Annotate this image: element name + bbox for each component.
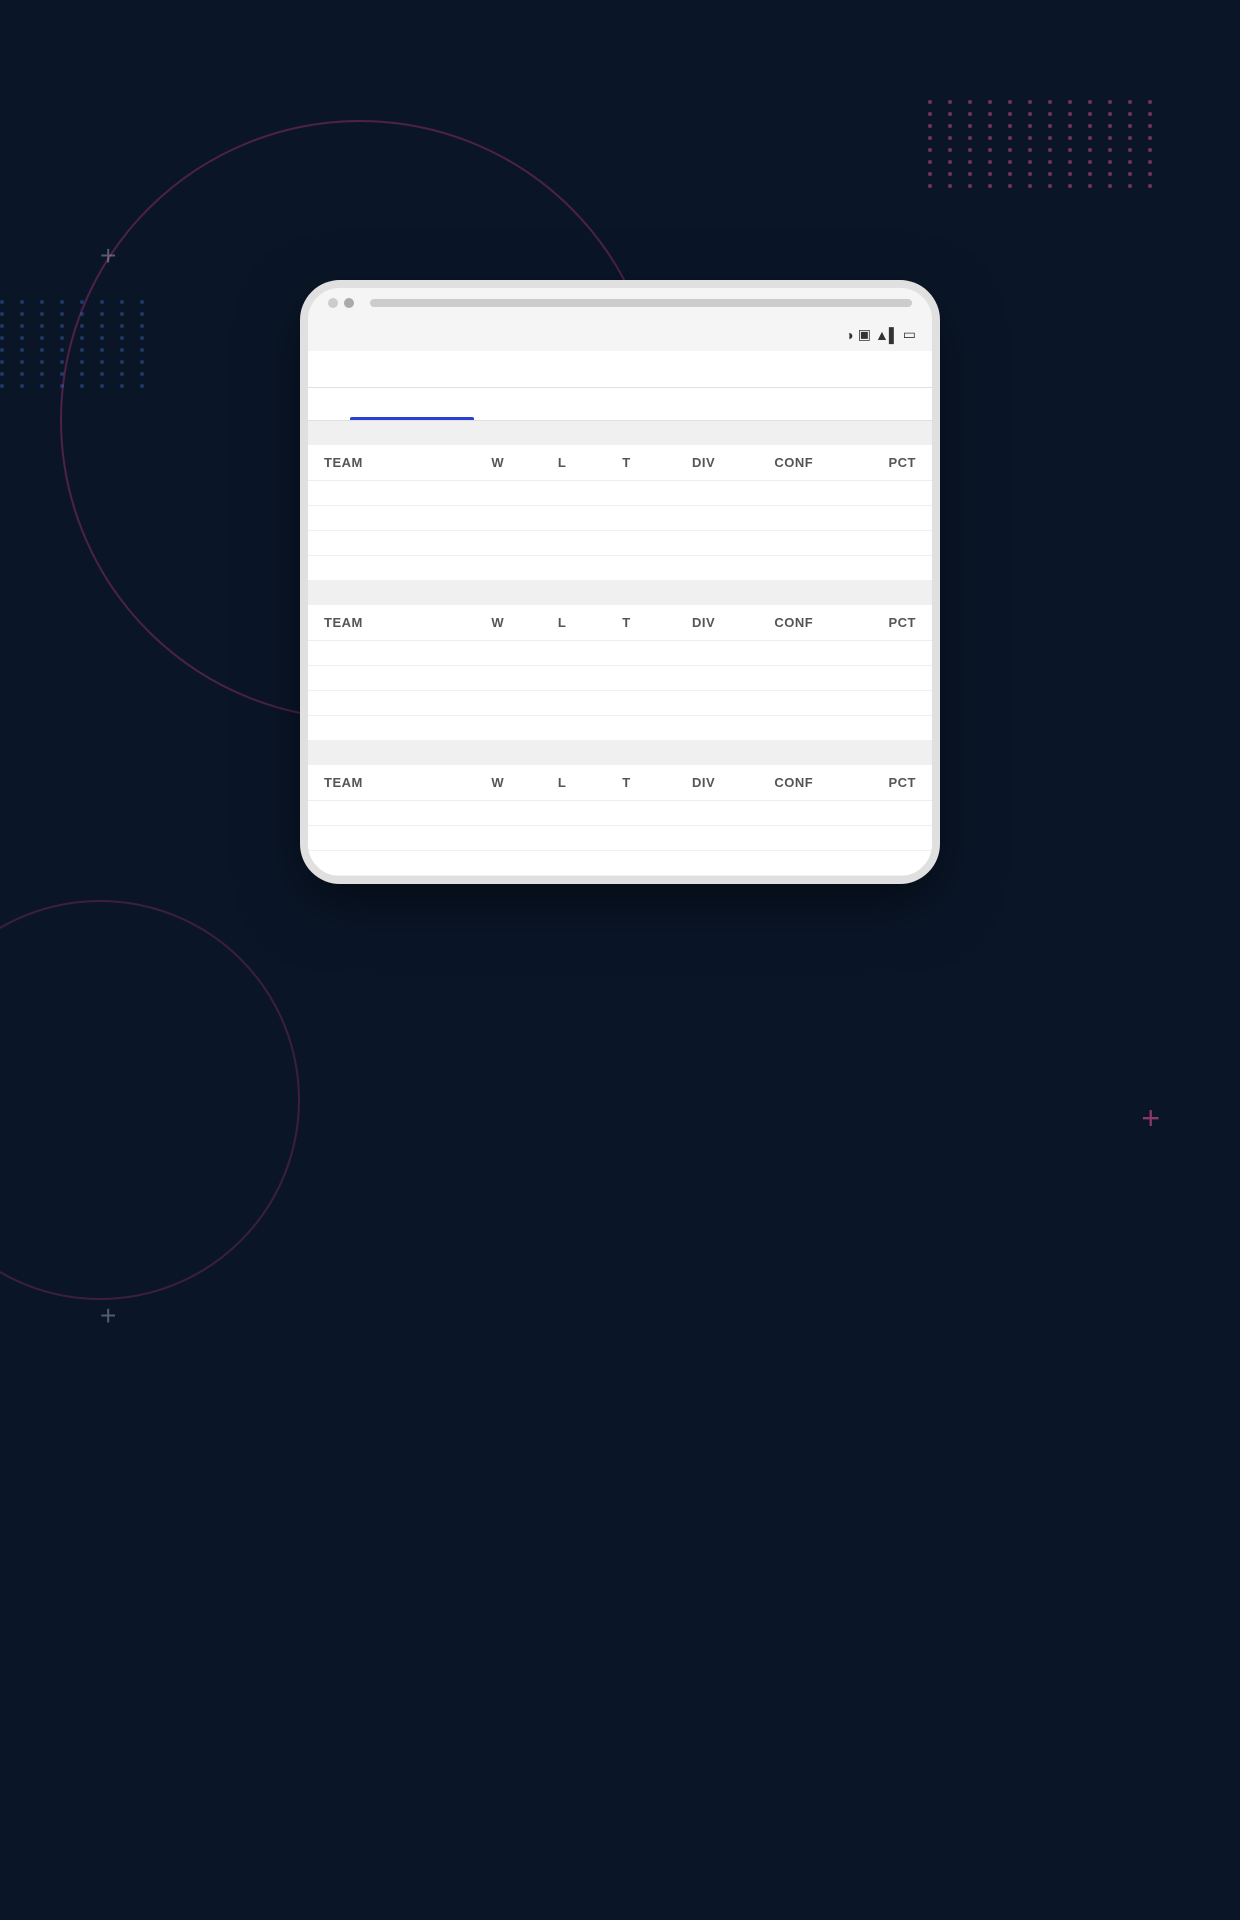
tab-div[interactable] — [308, 388, 516, 420]
col-header-w-3: W — [466, 775, 530, 790]
table-row-patriots — [308, 531, 932, 556]
col-header-conf-2: CONF — [749, 615, 839, 630]
col-header-div-1: DIV — [659, 455, 749, 470]
bg-circle-2 — [0, 900, 300, 1300]
col-header-team-1: TEAM — [324, 455, 466, 470]
table-row-bengals — [308, 716, 932, 741]
table-row-colts — [308, 826, 932, 851]
battery-icon: ▭ — [903, 326, 916, 343]
bg-dots-blue: const blueDots = document.querySelector(… — [0, 300, 152, 388]
col-header-l-2: L — [530, 615, 594, 630]
bg-dots-pink: const pinkDots = document.querySelector(… — [928, 100, 1160, 188]
col-header-l-1: L — [530, 455, 594, 470]
status-icon-2: ▣ — [858, 326, 871, 343]
col-header-div-2: DIV — [659, 615, 749, 630]
table-row-bills — [308, 481, 932, 506]
phone-dot-1 — [328, 298, 338, 308]
table-row-steelers — [308, 641, 932, 666]
app-header — [308, 351, 932, 388]
division-afc-east — [308, 421, 932, 445]
phone-frame: ◑ ▣ ▲▌ ▭ TEAM W L T DIV — [300, 280, 940, 884]
col-header-pct-3: PCT — [839, 775, 916, 790]
phone-mockup: ◑ ▣ ▲▌ ▭ TEAM W L T DIV — [300, 280, 940, 884]
col-header-w-1: W — [466, 455, 530, 470]
tabs-bar — [308, 388, 932, 421]
col-header-team-3: TEAM — [324, 775, 466, 790]
col-header-t-1: T — [594, 455, 658, 470]
col-header-team-2: TEAM — [324, 615, 466, 630]
table-row-titans — [308, 801, 932, 826]
signal-icon: ▲▌ — [875, 327, 899, 343]
status-icons: ◑ ▣ ▲▌ ▭ — [845, 326, 916, 343]
table-row-browns — [308, 691, 932, 716]
phone-top-bar — [308, 288, 932, 318]
tab-conf[interactable] — [516, 388, 724, 420]
col-header-t-3: T — [594, 775, 658, 790]
decorative-plus-1: + — [100, 240, 116, 272]
col-header-l-3: L — [530, 775, 594, 790]
table-header-afc-south: TEAM W L T DIV CONF PCT — [308, 765, 932, 801]
col-header-pct-2: PCT — [839, 615, 916, 630]
back-button[interactable] — [328, 365, 344, 373]
standings-table: TEAM W L T DIV CONF PCT — [308, 421, 932, 876]
table-header-afc-east: TEAM W L T DIV CONF PCT — [308, 445, 932, 481]
status-bar: ◑ ▣ ▲▌ ▭ — [308, 318, 932, 351]
status-icon-1: ◑ — [845, 327, 853, 343]
col-header-w-2: W — [466, 615, 530, 630]
decorative-plus-2: + — [100, 1300, 116, 1332]
table-header-afc-north: TEAM W L T DIV CONF PCT — [308, 605, 932, 641]
col-header-conf-3: CONF — [749, 775, 839, 790]
col-header-div-3: DIV — [659, 775, 749, 790]
col-header-pct-1: PCT — [839, 455, 916, 470]
division-afc-south — [308, 741, 932, 765]
table-row-texans — [308, 851, 932, 876]
col-header-conf-1: CONF — [749, 455, 839, 470]
phone-pill — [370, 299, 912, 307]
table-row-dolphins — [308, 506, 932, 531]
decorative-plus-3: + — [1141, 1100, 1160, 1137]
division-afc-north — [308, 581, 932, 605]
table-row-ravens — [308, 666, 932, 691]
phone-dots — [328, 298, 354, 308]
table-row-jets — [308, 556, 932, 581]
phone-dot-2 — [344, 298, 354, 308]
tab-league[interactable] — [724, 388, 932, 420]
col-header-t-2: T — [594, 615, 658, 630]
